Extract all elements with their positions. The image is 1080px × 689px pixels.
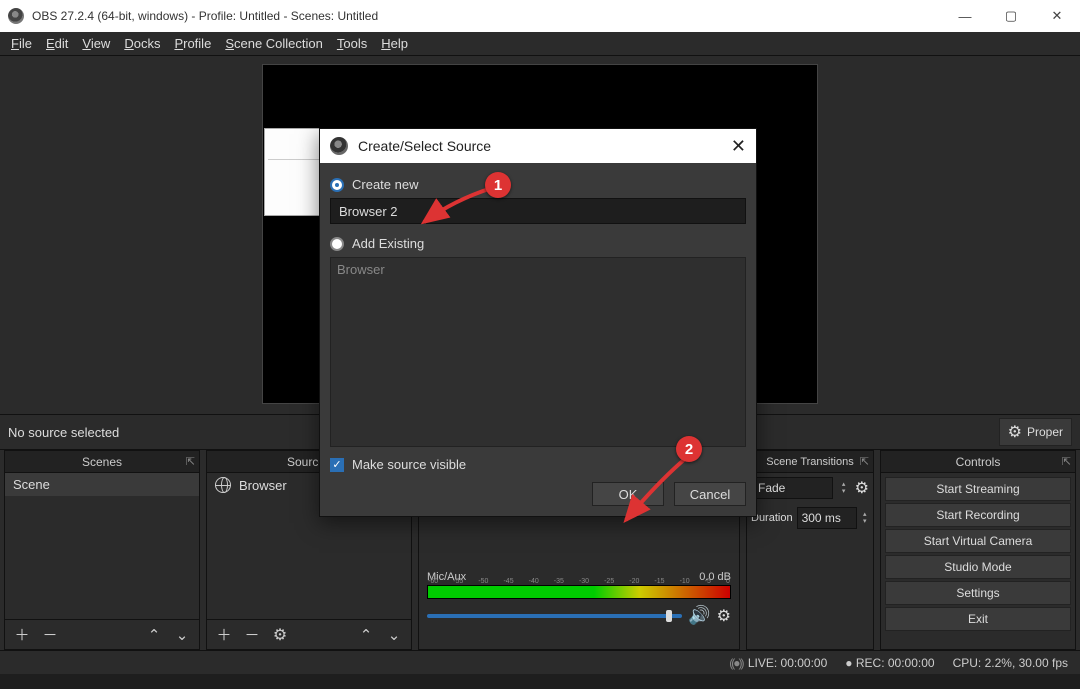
duration-input[interactable] xyxy=(797,507,857,529)
obs-logo-icon xyxy=(330,137,348,155)
remove-source-button[interactable]: － xyxy=(239,624,265,646)
mixer-channel: Mic/Aux 0.0 dB -60-55-50 -45-40-35 -30-2… xyxy=(419,567,739,634)
menu-edit[interactable]: Edit xyxy=(39,36,75,51)
start-virtual-camera-button[interactable]: Start Virtual Camera xyxy=(885,529,1071,553)
window-titlebar: OBS 27.2.4 (64-bit, windows) - Profile: … xyxy=(0,0,1080,32)
transitions-title: Scene Transitions xyxy=(766,456,853,468)
menu-file[interactable]: File xyxy=(4,36,39,51)
transitions-dock: Scene Transitions⇱ Fade ▴▾ ⚙ Duration ▴▾ xyxy=(746,450,874,650)
existing-source-item[interactable]: Browser xyxy=(337,262,739,277)
maximize-button[interactable]: ▢ xyxy=(988,0,1034,32)
minimize-button[interactable]: — xyxy=(942,0,988,32)
radio-unselected-icon xyxy=(330,237,344,251)
status-rec: ● REC: 00:00:00 xyxy=(845,656,934,670)
gear-icon: ⚙ xyxy=(1008,422,1022,442)
status-live: LIVE: 00:00:00 xyxy=(729,656,827,670)
radio-selected-icon xyxy=(330,178,344,192)
existing-sources-list[interactable]: Browser xyxy=(330,257,746,447)
scenes-dock: Scenes ⇱ Scene ＋ － ⌃ ⌄ xyxy=(4,450,200,650)
dialog-title: Create/Select Source xyxy=(358,138,491,154)
menu-tools[interactable]: Tools xyxy=(330,36,374,51)
move-scene-up-button[interactable]: ⌃ xyxy=(141,624,167,646)
window-title: OBS 27.2.4 (64-bit, windows) - Profile: … xyxy=(32,9,942,23)
source-settings-button[interactable]: ⚙ xyxy=(267,624,293,646)
annotation-badge-1: 1 xyxy=(485,172,511,198)
move-source-down-button[interactable]: ⌄ xyxy=(381,624,407,646)
exit-button[interactable]: Exit xyxy=(885,607,1071,631)
status-bar: LIVE: 00:00:00 ● REC: 00:00:00 CPU: 2.2%… xyxy=(0,650,1080,674)
start-streaming-button[interactable]: Start Streaming xyxy=(885,477,1071,501)
menu-view[interactable]: View xyxy=(75,36,117,51)
scene-item[interactable]: Scene xyxy=(5,473,199,496)
duration-label: Duration xyxy=(751,512,793,524)
transition-settings-button[interactable]: ⚙ xyxy=(855,478,869,498)
speaker-icon[interactable]: 🔊 xyxy=(688,605,710,626)
obs-logo-icon xyxy=(8,8,24,24)
popout-icon[interactable]: ⇱ xyxy=(1062,455,1071,468)
add-scene-button[interactable]: ＋ xyxy=(9,624,35,646)
menu-profile[interactable]: Profile xyxy=(167,36,218,51)
transition-select[interactable]: Fade xyxy=(751,477,833,499)
remove-scene-button[interactable]: － xyxy=(37,624,63,646)
source-name-input[interactable] xyxy=(330,198,746,224)
properties-button[interactable]: ⚙ Proper xyxy=(999,418,1072,446)
settings-button[interactable]: Settings xyxy=(885,581,1071,605)
popout-icon[interactable]: ⇱ xyxy=(186,455,195,468)
annotation-arrow-2 xyxy=(618,452,696,530)
channel-settings-button[interactable]: ⚙ xyxy=(717,606,731,626)
move-source-up-button[interactable]: ⌃ xyxy=(353,624,379,646)
create-new-radio[interactable]: Create new xyxy=(330,177,746,192)
popout-icon[interactable]: ⇱ xyxy=(860,455,869,468)
move-scene-down-button[interactable]: ⌄ xyxy=(169,624,195,646)
menu-docks[interactable]: Docks xyxy=(117,36,167,51)
menu-help[interactable]: Help xyxy=(374,36,415,51)
close-button[interactable]: ✕ xyxy=(1034,0,1080,32)
volume-slider[interactable] xyxy=(427,614,682,618)
menu-scene-collection[interactable]: Scene Collection xyxy=(218,36,330,51)
add-source-button[interactable]: ＋ xyxy=(211,624,237,646)
controls-title: Controls xyxy=(956,455,1001,469)
no-source-label: No source selected xyxy=(8,425,119,440)
level-meter: -60-55-50 -45-40-35 -30-25-20 -15-10-5 0 xyxy=(427,585,731,599)
checkbox-checked-icon: ✓ xyxy=(330,458,344,472)
menu-bar: File Edit View Docks Profile Scene Colle… xyxy=(0,32,1080,56)
start-recording-button[interactable]: Start Recording xyxy=(885,503,1071,527)
status-cpu: CPU: 2.2%, 30.00 fps xyxy=(953,656,1068,670)
globe-icon xyxy=(215,477,231,493)
controls-dock: Controls ⇱ Start Streaming Start Recordin… xyxy=(880,450,1076,650)
annotation-badge-2: 2 xyxy=(676,436,702,462)
studio-mode-button[interactable]: Studio Mode xyxy=(885,555,1071,579)
add-existing-radio[interactable]: Add Existing xyxy=(330,236,746,251)
scenes-title: Scenes xyxy=(82,455,122,469)
dialog-close-button[interactable]: ✕ xyxy=(731,136,746,157)
